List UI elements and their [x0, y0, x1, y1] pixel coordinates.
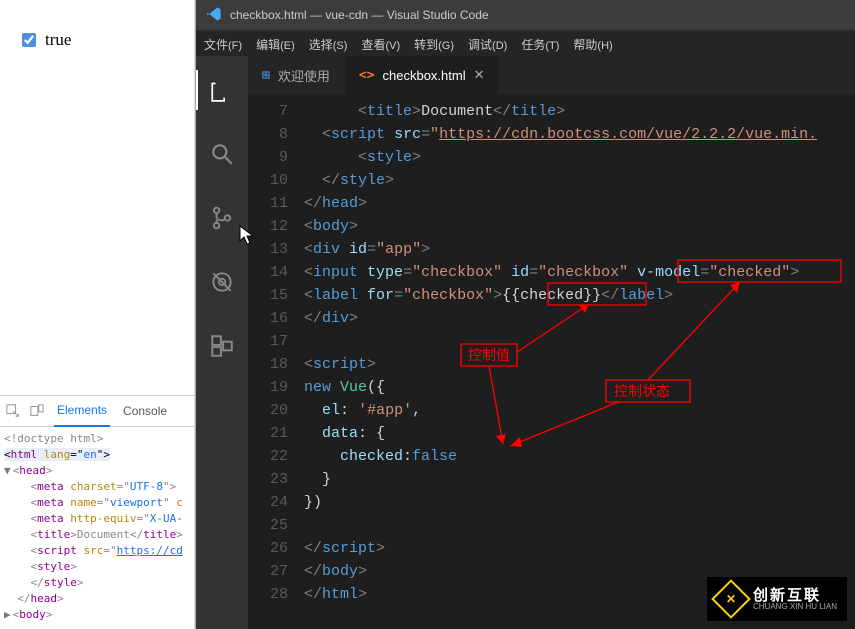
dom-node[interactable]: </head> [4, 591, 193, 607]
menu-查看[interactable]: 查看(V) [361, 36, 400, 53]
dom-node[interactable]: <title>Document</title> [4, 527, 193, 543]
dom-node[interactable]: <meta charset="UTF-8"> [4, 479, 193, 495]
dom-node[interactable]: ▼<head> [4, 463, 193, 479]
code-line[interactable]: </div> [304, 307, 855, 330]
vscode-window: checkbox.html — vue-cdn — Visual Studio … [195, 0, 855, 629]
code-line[interactable]: new Vue({ [304, 376, 855, 399]
close-icon[interactable]: ✕ [474, 67, 485, 83]
browser-pane: true Elements Console <!doctype html><ht… [0, 0, 195, 629]
editor-tab-欢迎使用[interactable]: ⊞ 欢迎使用 [248, 56, 345, 94]
code-line[interactable]: </script> [304, 537, 855, 560]
code-line[interactable]: <body> [304, 215, 855, 238]
menu-转到[interactable]: 转到(G) [414, 36, 454, 53]
line-number-gutter: 7891011121314151617181920212223242526272… [248, 94, 304, 629]
code-line[interactable]: data: { [304, 422, 855, 445]
file-icon: <> [359, 68, 375, 83]
tab-label: checkbox.html [383, 68, 466, 83]
code-line[interactable]: <script src="https://cdn.bootcss.com/vue… [304, 123, 855, 146]
devtools-dom-tree[interactable]: <!doctype html><html lang="en">▼<head> <… [0, 427, 195, 629]
tab-label: 欢迎使用 [278, 66, 330, 85]
code-line[interactable]: <input type="checkbox" id="checkbox" v-m… [304, 261, 855, 284]
code-area[interactable]: <title>Document</title> <script src="htt… [304, 94, 855, 629]
menu-选择[interactable]: 选择(S) [309, 36, 348, 53]
inspect-icon[interactable] [6, 404, 20, 418]
code-line[interactable]: <script> [304, 353, 855, 376]
dom-node[interactable]: ▶<body> [4, 607, 193, 623]
code-line[interactable] [304, 514, 855, 537]
code-line[interactable]: </head> [304, 192, 855, 215]
code-line[interactable]: el: '#app', [304, 399, 855, 422]
title-bar: checkbox.html — vue-cdn — Visual Studio … [196, 0, 855, 31]
devtools-tabs: Elements Console [0, 396, 195, 427]
code-line[interactable]: <div id="app"> [304, 238, 855, 261]
editor-group: ⊞ 欢迎使用 <> checkbox.html ✕ 789101112131415161… [248, 56, 855, 629]
activity-bar [196, 56, 248, 629]
editor-tab-bar: ⊞ 欢迎使用 <> checkbox.html ✕ [248, 56, 855, 94]
devtools-tab-console[interactable]: Console [120, 396, 170, 426]
code-line[interactable]: <title>Document</title> [304, 100, 855, 123]
code-line[interactable]: checked:false [304, 445, 855, 468]
browser-viewport: true [0, 0, 194, 50]
dom-node[interactable]: <meta http-equiv="X-UA- [4, 511, 193, 527]
menu-bar: 文件(F) 编辑(E) 选择(S) 查看(V) 转到(G) 调试(D) 任务(T) 帮助(H) [196, 31, 855, 58]
menu-帮助[interactable]: 帮助(H) [573, 36, 612, 53]
menu-任务[interactable]: 任务(T) [521, 36, 559, 53]
activity-extensions-icon[interactable] [196, 326, 248, 366]
menu-调试[interactable]: 调试(D) [468, 36, 507, 53]
code-line[interactable]: }) [304, 491, 855, 514]
code-line[interactable]: <label for="checkbox">{{checked}}</label… [304, 284, 855, 307]
activity-search-icon[interactable] [196, 134, 248, 174]
code-line[interactable]: } [304, 468, 855, 491]
demo-checkbox[interactable] [22, 33, 36, 47]
activity-debug-icon[interactable] [196, 262, 248, 302]
logo-text-en: CHUANG XIN HU LIAN [753, 603, 837, 611]
device-icon[interactable] [30, 404, 44, 418]
logo-text-zh: 创新互联 [753, 588, 837, 603]
editor-tab-checkbox.html[interactable]: <> checkbox.html ✕ [345, 56, 500, 94]
menu-文件[interactable]: 文件(F) [204, 36, 242, 53]
dom-node[interactable]: </style> [4, 575, 193, 591]
dom-node[interactable]: <html lang="en"> [4, 447, 193, 463]
activity-explorer-icon[interactable] [196, 70, 248, 110]
file-icon: ⊞ [262, 68, 270, 83]
vue-checkbox-demo[interactable]: true [18, 30, 184, 50]
activity-scm-icon[interactable] [196, 198, 248, 238]
devtools-tab-elements[interactable]: Elements [54, 395, 110, 427]
vs-logo-icon [206, 6, 222, 25]
window-title: checkbox.html — vue-cdn — Visual Studio … [230, 8, 489, 22]
code-line[interactable]: </style> [304, 169, 855, 192]
dom-node[interactable]: <meta name="viewport" c [4, 495, 193, 511]
code-line[interactable]: <style> [304, 146, 855, 169]
dom-node[interactable]: <style> [4, 559, 193, 575]
menu-编辑[interactable]: 编辑(E) [256, 36, 295, 53]
demo-checkbox-label: true [45, 30, 71, 50]
editor[interactable]: 7891011121314151617181920212223242526272… [248, 94, 855, 629]
watermark-logo: ✕ 创新互联 CHUANG XIN HU LIAN [707, 577, 847, 621]
code-line[interactable] [304, 330, 855, 353]
dom-node[interactable]: <script src="https://cd [4, 543, 193, 559]
devtools-panel: Elements Console <!doctype html><html la… [0, 395, 195, 629]
dom-node[interactable]: <!doctype html> [4, 431, 193, 447]
